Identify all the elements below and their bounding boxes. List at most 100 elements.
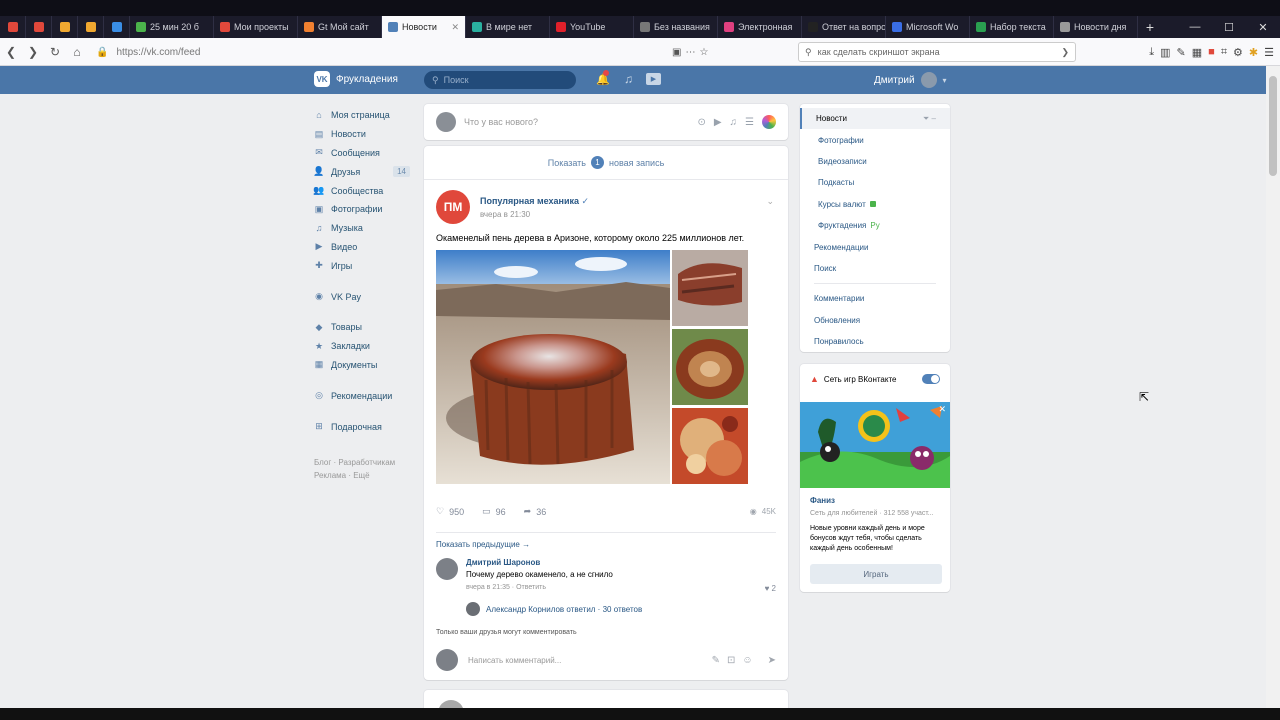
play-icon[interactable]: ▶	[646, 73, 661, 85]
close-icon[interactable]: ✕	[938, 404, 946, 415]
comment-meta[interactable]: вчера в 21:35 · Ответить	[466, 584, 546, 591]
comment-replies-link[interactable]: Александр Корнилов ответил · 30 ответов	[466, 602, 642, 616]
screenshot-icon[interactable]: ⌗	[1221, 46, 1227, 59]
ad-image[interactable]: ✕	[800, 402, 950, 488]
bookmark-icon[interactable]: ☆	[699, 47, 708, 58]
send-icon[interactable]: ➤	[768, 655, 776, 666]
footer-links[interactable]: Реклама · Ещё	[314, 469, 414, 482]
sidebar-item[interactable]: ♫ Музыка	[314, 219, 414, 238]
comment-button[interactable]: ▭ 96	[482, 506, 506, 517]
reader-icon[interactable]: ▣	[672, 47, 681, 58]
pen-icon[interactable]: ✎	[1177, 46, 1186, 59]
more-icon[interactable]: ⋯	[685, 47, 695, 58]
settings-icon[interactable]: ⚙	[1233, 46, 1243, 59]
post-composer[interactable]: Что у вас нового? ⊙ ▶ ♫ ☰	[424, 104, 788, 140]
sidebar-item[interactable]: ▶ Видео	[314, 238, 414, 257]
forward-icon[interactable]: ❯	[22, 41, 44, 63]
browser-tab[interactable]: Gt Мой сайт	[298, 16, 382, 38]
footer-links[interactable]: Блог · Разработчикам	[314, 456, 414, 469]
home-icon[interactable]: ⌂	[66, 41, 88, 63]
camera-icon[interactable]: ⊡	[727, 655, 735, 666]
filter-item[interactable]: Подкасты	[800, 172, 950, 193]
browser-tab[interactable]: В мире нет	[466, 16, 550, 38]
comment-input[interactable]: Написать комментарий... ✎ ⊡ ☺ ➤	[436, 648, 776, 672]
post-author[interactable]: Популярная механика ✓	[480, 196, 589, 207]
emoji-icon[interactable]: ☺	[742, 655, 752, 666]
color-wheel-icon[interactable]	[762, 115, 776, 129]
vk-logo[interactable]: VK Фрукладения	[314, 71, 398, 87]
camera-icon[interactable]: ⊙	[697, 117, 705, 128]
maximize-button[interactable]: ☐	[1212, 16, 1246, 38]
comment-author[interactable]: Дмитрий Шаронов	[466, 558, 540, 567]
post-photo-thumb[interactable]	[672, 250, 748, 326]
video-icon[interactable]: ▶	[714, 117, 722, 128]
browser-tab[interactable]: Новости дня	[1054, 16, 1138, 38]
filter-item[interactable]: Рекомендации	[800, 236, 950, 257]
scrollbar-thumb[interactable]	[1269, 76, 1277, 176]
music-icon[interactable]: ♫	[730, 117, 738, 128]
avatar[interactable]	[436, 558, 458, 580]
show-new-posts-button[interactable]: Показать 1 новая запись	[424, 146, 788, 180]
library-icon[interactable]: ▥	[1160, 46, 1170, 59]
sidebar-item[interactable]: 👤 Друзья 14	[313, 162, 414, 181]
tab-active[interactable]: Новости ✕	[382, 16, 466, 38]
filter-item[interactable]: Понравилось	[800, 331, 950, 352]
back-icon[interactable]: ❮	[0, 41, 22, 63]
post-photo-main[interactable]	[436, 250, 670, 484]
filter-item[interactable]: Поиск	[800, 258, 950, 279]
new-tab-button[interactable]: +	[1138, 16, 1162, 38]
sidebar-item[interactable]: ⌂ Моя страница	[314, 106, 414, 125]
chevron-down-icon[interactable]: ⌄	[766, 196, 774, 207]
filter-item-active[interactable]: Новости ⏷ –	[800, 108, 950, 130]
sidebar-item[interactable]: ▦ Документы	[314, 356, 414, 375]
user-menu[interactable]: Дмитрий ▾	[874, 72, 947, 88]
browser-tab[interactable]: Набор текста	[970, 16, 1054, 38]
filter-item[interactable]: Фотографии	[800, 129, 950, 150]
post-photo-thumb[interactable]	[672, 408, 748, 484]
sidebar-item[interactable]: 👥 Сообщества	[313, 181, 414, 200]
sidebar-item[interactable]: ✉ Сообщения	[314, 144, 414, 163]
community-avatar[interactable]: ПМ	[436, 190, 470, 224]
filter-item[interactable]: Курсы валют	[800, 194, 950, 215]
browser-tab[interactable]: Microsoft Wo	[886, 16, 970, 38]
sidebar-item[interactable]: ▤ Новости	[314, 125, 414, 144]
like-button[interactable]: ♡ 950	[436, 506, 464, 517]
share-button[interactable]: ➦ 36	[524, 506, 547, 517]
comment-like-button[interactable]: ♥ 2	[765, 584, 776, 593]
sidebar-item[interactable]: ✚ Игры	[314, 256, 414, 275]
attach-icon[interactable]: ✎	[712, 655, 720, 666]
browser-tab[interactable]: YouTube	[550, 16, 634, 38]
ad-title[interactable]: Фаниз	[810, 496, 835, 505]
filter-icon[interactable]: ⏷ –	[923, 114, 936, 124]
browser-tab[interactable]: Мои проекты	[214, 16, 298, 38]
scrollbar[interactable]	[1266, 66, 1280, 708]
sidebar-item[interactable]: ⊞ Подарочная	[314, 417, 414, 436]
post-date[interactable]: вчера в 21:30	[480, 210, 589, 219]
sidebar-item[interactable]: ▣ Фотографии	[314, 200, 414, 219]
addon-icon[interactable]: ✱	[1249, 46, 1258, 59]
menu-icon[interactable]: ☰	[1264, 46, 1274, 59]
vk-search-input[interactable]: ⚲ Поиск	[424, 71, 576, 89]
filter-item[interactable]: Обновления	[800, 310, 950, 331]
minimize-button[interactable]: —	[1178, 16, 1212, 38]
sidebar-icon[interactable]: ▦	[1192, 46, 1202, 59]
sidebar-item[interactable]: ◎ Рекомендации	[314, 386, 414, 405]
reload-icon[interactable]: ↻	[44, 41, 66, 63]
browser-tab[interactable]	[52, 16, 78, 38]
browser-tab[interactable]	[104, 16, 130, 38]
browser-tab[interactable]: Ответ на вопрос	[802, 16, 886, 38]
browser-tab[interactable]: Электронная	[718, 16, 802, 38]
extension-icon[interactable]: ■	[1208, 46, 1215, 58]
ad-toggle[interactable]	[922, 374, 940, 384]
browser-tab[interactable]	[26, 16, 52, 38]
post-photo-thumb[interactable]	[672, 329, 748, 405]
notifications-bell-icon[interactable]: 🔔	[596, 70, 610, 86]
sidebar-item[interactable]: ★ Закладки	[314, 337, 414, 356]
play-button[interactable]: Играть	[810, 564, 942, 584]
show-previous-comments-link[interactable]: Показать предыдущие →	[436, 540, 530, 549]
filter-item[interactable]: Видеозаписи	[800, 151, 950, 172]
download-icon[interactable]: ⤓	[1149, 46, 1154, 59]
browser-tab[interactable]: Без названия	[634, 16, 718, 38]
filter-item[interactable]: Фруктадения Ру	[800, 215, 950, 236]
browser-tab[interactable]	[0, 16, 26, 38]
